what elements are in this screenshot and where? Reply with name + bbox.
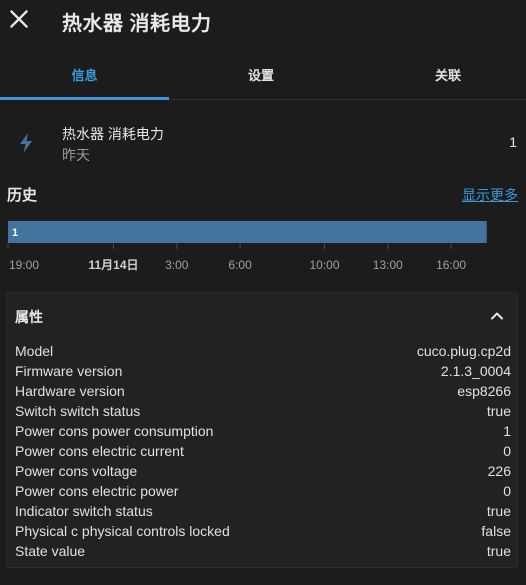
attribute-value: true	[486, 543, 511, 559]
close-icon	[10, 10, 28, 28]
attributes-card: 属性 Model cuco.plug.cp2d Firmware version 2.…	[6, 292, 518, 568]
attribute-row: Indicator switch status true	[15, 501, 511, 521]
attribute-row: State value true	[15, 541, 511, 561]
attribute-key: Power cons power consumption	[15, 423, 214, 439]
entity-row[interactable]: 热水器 消耗电力 昨天 1	[0, 118, 526, 168]
attribute-row: Power cons voltage 226	[15, 461, 511, 481]
attribute-value: true	[486, 503, 511, 519]
timeline-tick-label: 13:00	[373, 258, 403, 272]
attribute-key: Model	[15, 343, 54, 359]
attribute-value: 2.1.3_0004	[440, 363, 511, 379]
attributes-header[interactable]: 属性	[7, 293, 517, 339]
attribute-value: esp8266	[457, 383, 511, 399]
entity-state: 1	[509, 134, 517, 150]
attribute-key: Physical c physical controls locked	[15, 523, 230, 539]
tab-settings[interactable]: 设置	[175, 50, 347, 99]
timeline-tick-label: 10:00	[309, 258, 339, 272]
timeline-segment[interactable]	[8, 221, 487, 243]
attribute-value: 1	[503, 423, 511, 439]
attribute-row: Firmware version 2.1.3_0004	[15, 361, 511, 381]
attribute-row: Power cons electric power 0	[15, 481, 511, 501]
timeline-tick-label: 19:00	[9, 258, 39, 272]
entity-last-changed: 昨天	[62, 147, 90, 163]
timeline-tick-label: 16:00	[436, 258, 466, 272]
attribute-value: 226	[487, 463, 511, 479]
attribute-row: Power cons electric current 0	[15, 441, 511, 461]
attribute-row: Power cons power consumption 1	[15, 421, 511, 441]
tab-info[interactable]: 信息	[0, 50, 169, 99]
attribute-key: Switch switch status	[15, 403, 141, 419]
attribute-value: 0	[503, 483, 511, 499]
attribute-row: Hardware version esp8266	[15, 381, 511, 401]
attribute-key: State value	[15, 543, 86, 559]
attributes-title: 属性	[15, 309, 43, 325]
history-title: 历史	[7, 187, 38, 204]
lightning-bolt-icon	[16, 132, 36, 154]
show-more-link[interactable]: 显示更多	[462, 185, 518, 205]
attribute-value: 0	[503, 443, 511, 459]
entity-name: 热水器 消耗电力	[62, 126, 164, 142]
tab-bar: 信息 设置 关联	[0, 50, 526, 100]
attributes-list: Model cuco.plug.cp2d Firmware version 2.1.3…	[15, 341, 511, 561]
timeline-segment-label: 1	[12, 227, 18, 239]
chevron-up-icon	[489, 308, 505, 324]
tab-related[interactable]: 关联	[362, 50, 526, 99]
attribute-key: Power cons electric current	[15, 443, 184, 459]
active-tab-indicator	[0, 97, 169, 100]
attribute-key: Power cons electric power	[15, 483, 179, 499]
close-button[interactable]	[6, 6, 32, 32]
dialog-header: 热水器 消耗电力	[0, 0, 526, 42]
history-timeline: 1 19:00 11月14日 3:00 6:00 10:00 13:00 16:00	[0, 212, 526, 282]
attribute-value: cuco.plug.cp2d	[416, 343, 511, 359]
attribute-row: Physical c physical controls locked false	[15, 521, 511, 541]
attribute-value: false	[481, 523, 511, 539]
more-info-dialog: 热水器 消耗电力 信息 设置 关联 热水器 消耗电力 昨天 1 历史 显示更多 …	[0, 0, 526, 585]
attribute-key: Indicator switch status	[15, 503, 153, 519]
timeline-tick-label: 3:00	[165, 258, 189, 272]
attribute-row: Switch switch status true	[15, 401, 511, 421]
dialog-title: 热水器 消耗电力	[62, 13, 212, 35]
timeline-tick-label: 11月14日	[88, 258, 138, 272]
timeline-chart: 1 19:00 11月14日 3:00 6:00 10:00 13:00 16:00	[7, 221, 487, 272]
attribute-key: Hardware version	[15, 383, 125, 399]
attribute-key: Firmware version	[15, 363, 123, 379]
attribute-row: Model cuco.plug.cp2d	[15, 341, 511, 361]
timeline-tick-label: 6:00	[228, 258, 252, 272]
attribute-value: true	[486, 403, 511, 419]
attribute-key: Power cons voltage	[15, 463, 138, 479]
